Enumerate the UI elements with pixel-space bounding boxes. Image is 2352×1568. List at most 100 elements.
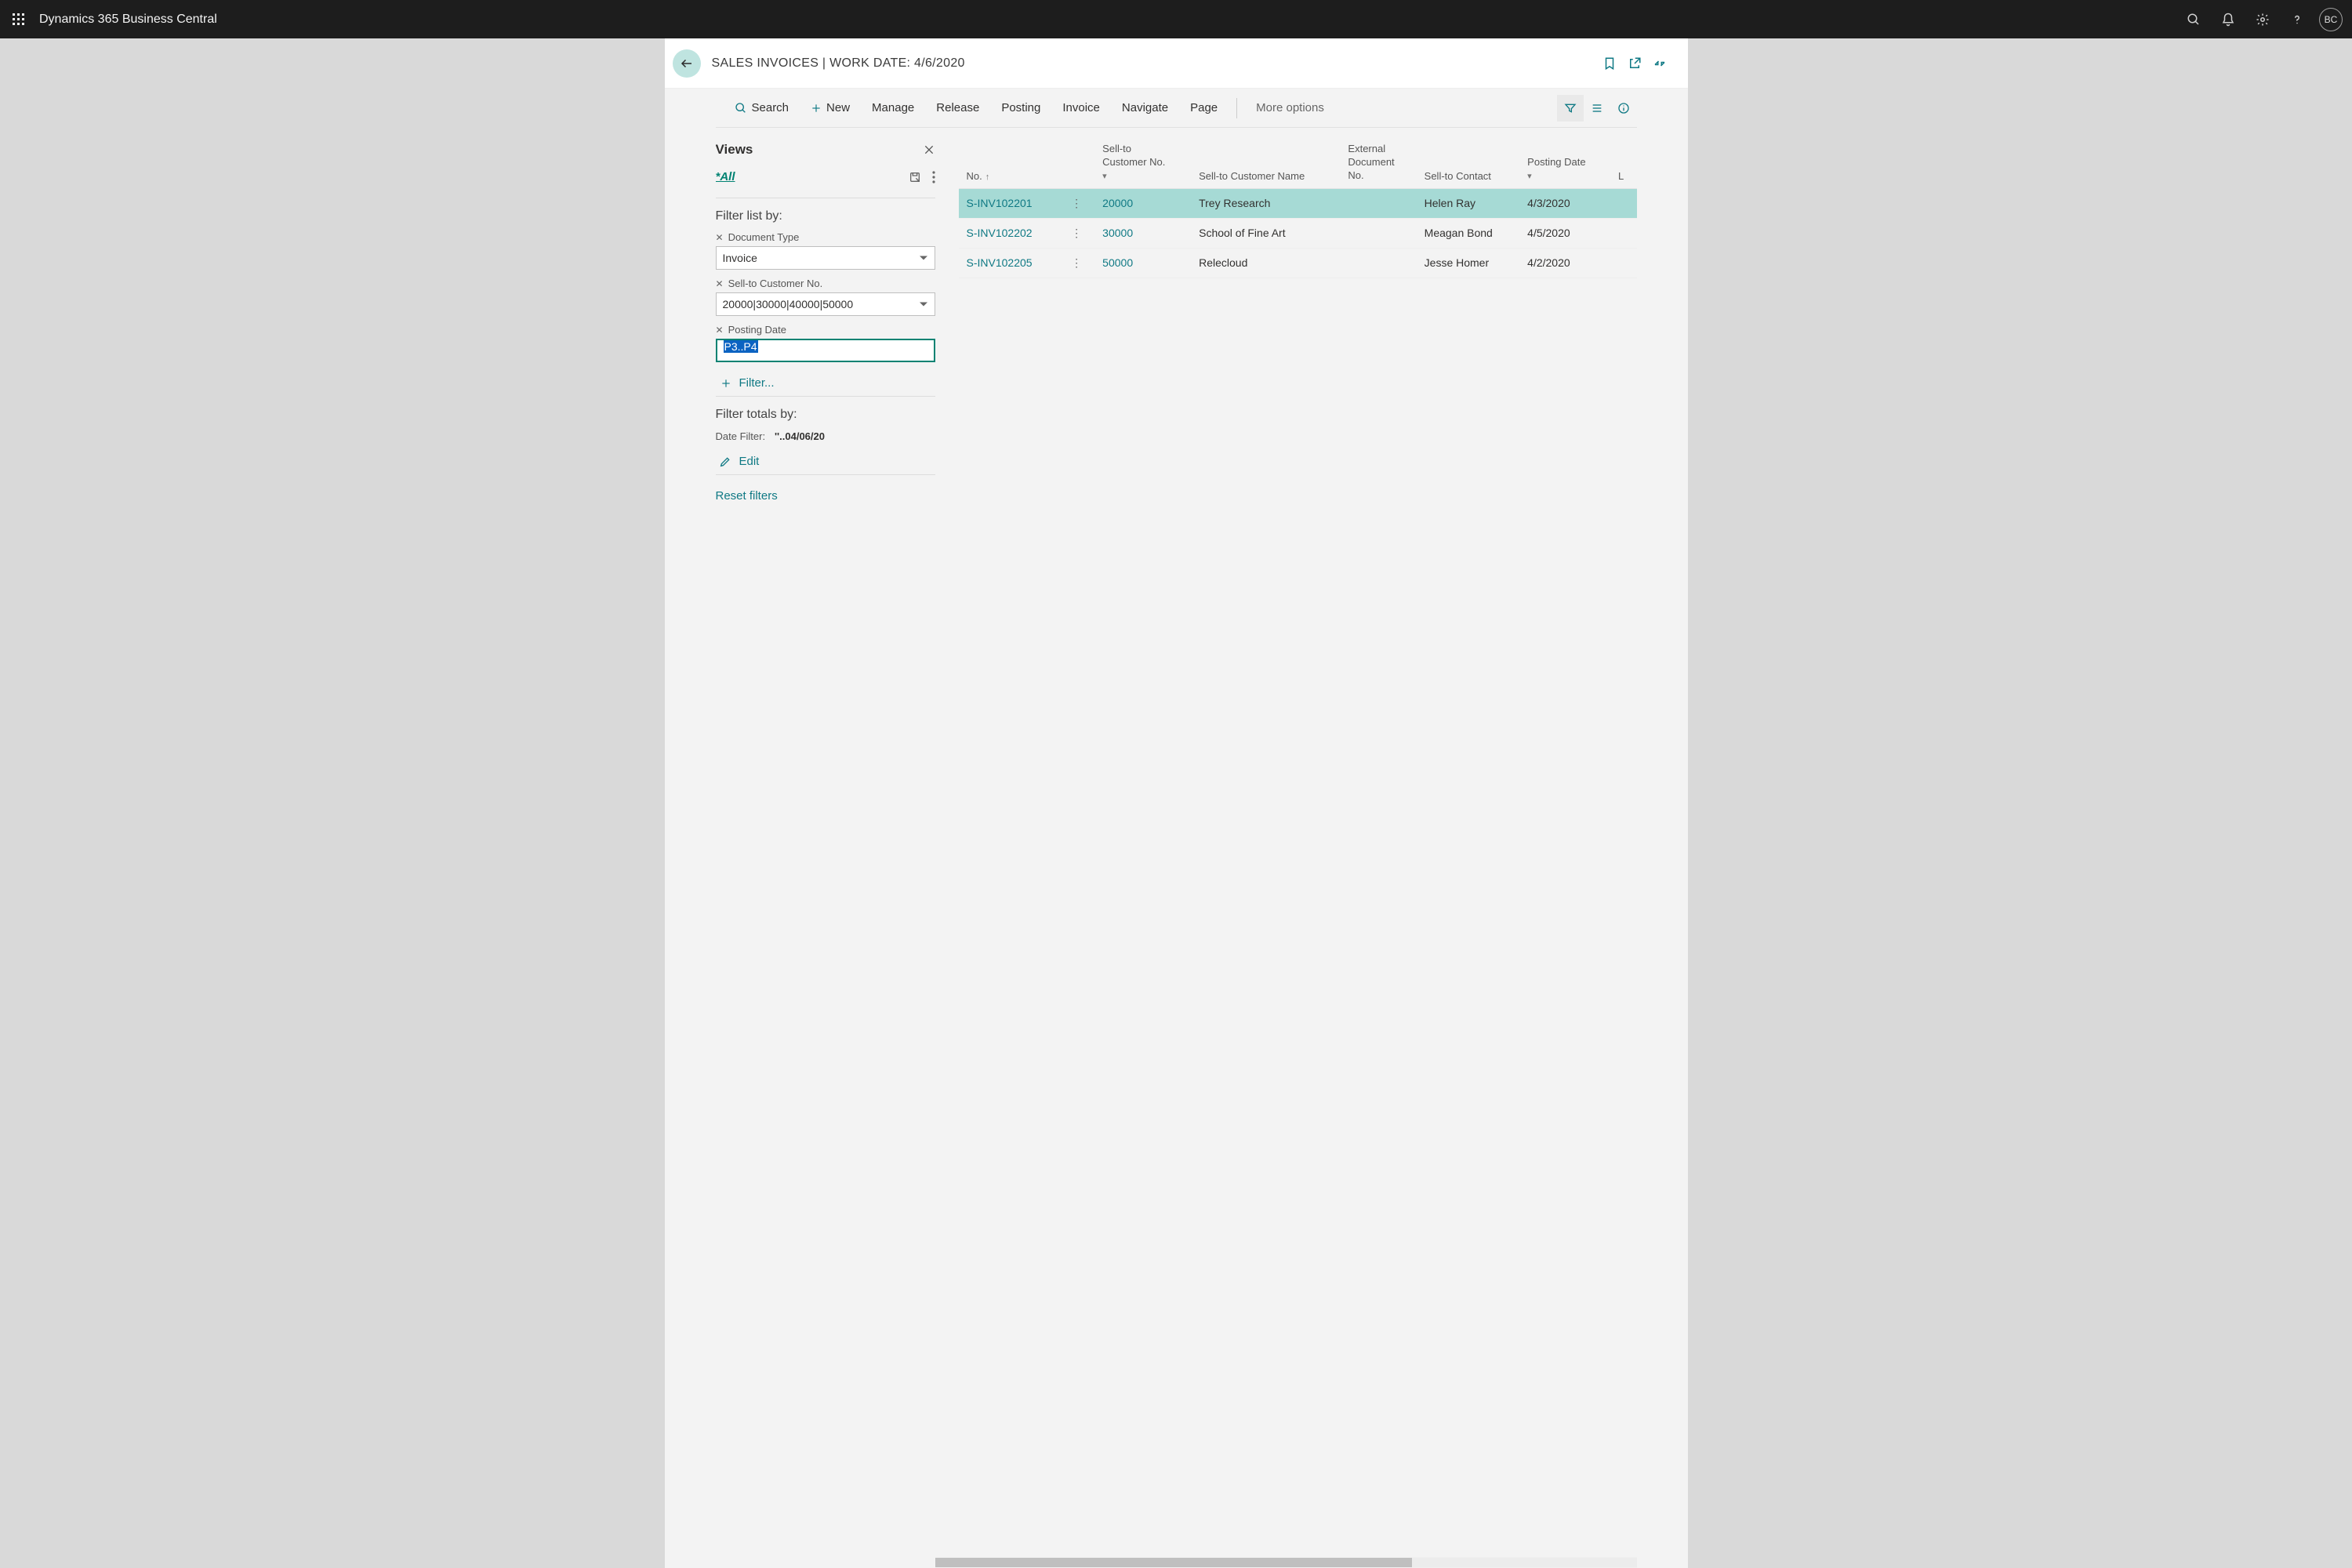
page-card: SALES INVOICES | WORK DATE: 4/6/2020 Sea…	[665, 38, 1688, 1568]
filter-doc-type-select[interactable]: Invoice	[716, 246, 935, 270]
horizontal-scrollbar[interactable]	[935, 1557, 1637, 1568]
action-label: Page	[1190, 101, 1218, 114]
filter-cust-no-label: Sell-to Customer No.	[728, 278, 823, 289]
cell-no[interactable]: S-INV102202	[959, 218, 1059, 248]
cell-ext-doc	[1340, 218, 1416, 248]
table-row[interactable]: S-INV102205⋮50000RelecloudJesse Homer4/2…	[959, 248, 1637, 278]
help-icon[interactable]	[2280, 2, 2314, 37]
reset-filters-button[interactable]: Reset filters	[716, 489, 935, 503]
remove-filter-cust-no[interactable]: ✕	[716, 279, 724, 289]
filter-totals-title: Filter totals by:	[716, 408, 935, 422]
popout-icon[interactable]	[1622, 51, 1647, 76]
filter-pane-toggle-icon[interactable]	[1557, 95, 1584, 122]
date-filter-value: ''..04/06/20	[775, 430, 825, 442]
row-menu[interactable]: ⋮	[1058, 218, 1094, 248]
info-pane-icon[interactable]	[1610, 95, 1637, 122]
workspace: SALES INVOICES | WORK DATE: 4/6/2020 Sea…	[0, 38, 2352, 1568]
action-new[interactable]: New	[800, 89, 861, 127]
bookmark-icon[interactable]	[1597, 51, 1622, 76]
col-no[interactable]: No.↑	[959, 139, 1059, 188]
action-label: More options	[1256, 101, 1324, 114]
col-cust-name[interactable]: Sell-to Customer Name	[1191, 139, 1340, 188]
cell-posting-date: 4/3/2020	[1519, 188, 1610, 218]
remove-filter-doc-type[interactable]: ✕	[716, 233, 724, 242]
more-icon: ⋮	[1066, 197, 1087, 209]
edit-label: Edit	[739, 455, 760, 468]
plus-icon	[811, 103, 822, 114]
edit-totals-button[interactable]: Edit	[719, 455, 935, 468]
pencil-icon	[719, 456, 731, 468]
close-filter-panel-icon[interactable]	[923, 143, 935, 156]
action-divider	[1236, 98, 1237, 118]
filter-list-title: Filter list by:	[716, 209, 935, 223]
view-all[interactable]: *All	[716, 170, 735, 183]
cell-posting-date: 4/2/2020	[1519, 248, 1610, 278]
col-cust-no[interactable]: Sell-toCustomer No. ▾	[1094, 139, 1191, 188]
table-row[interactable]: S-INV102202 ⋮ 30000School of Fine Art Meaga…	[959, 218, 1637, 248]
cell-cust-name: School of Fine Art	[1191, 218, 1340, 248]
row-menu[interactable]: ⋮	[1058, 188, 1094, 218]
main-row: Views *All	[716, 128, 1637, 1568]
cell-no[interactable]: S-INV102205	[959, 248, 1059, 278]
cell-cust-no[interactable]: 20000	[1094, 188, 1191, 218]
cell-cust-no[interactable]: 30000	[1094, 218, 1191, 248]
table-header-row: No.↑ Sell-toCustomer No. ▾ Sell-to Cus	[959, 139, 1637, 188]
action-posting[interactable]: Posting	[990, 89, 1051, 127]
action-label: Navigate	[1122, 101, 1168, 114]
action-manage[interactable]: Manage	[861, 89, 925, 127]
app-launcher-icon[interactable]	[5, 5, 33, 34]
views-title: Views	[716, 142, 753, 158]
add-filter-button[interactable]: Filter...	[720, 376, 935, 390]
action-bar: Search New Manage Release Posting Invoic…	[716, 89, 1637, 128]
col-contact[interactable]: Sell-to Contact	[1417, 139, 1520, 188]
action-page[interactable]: Page	[1179, 89, 1229, 127]
invoices-table: No.↑ Sell-toCustomer No. ▾ Sell-to Cus	[959, 139, 1637, 278]
action-label: Invoice	[1062, 101, 1100, 114]
cell-contact: Meagan Bond	[1417, 218, 1520, 248]
back-button[interactable]	[673, 49, 701, 78]
more-icon: ⋮	[1066, 256, 1087, 269]
app-title: Dynamics 365 Business Central	[39, 13, 217, 27]
list-view-icon[interactable]	[1584, 95, 1610, 122]
cell-contact: Jesse Homer	[1417, 248, 1520, 278]
add-filter-label: Filter...	[739, 376, 775, 390]
settings-icon[interactable]	[2245, 2, 2280, 37]
reset-filters-label: Reset filters	[716, 489, 778, 503]
cell-trailing	[1610, 218, 1636, 248]
row-menu[interactable]: ⋮	[1058, 248, 1094, 278]
filter-cust-no-value: 20000|30000|40000|50000	[723, 298, 854, 310]
cell-contact: Helen Ray	[1417, 188, 1520, 218]
notifications-icon[interactable]	[2211, 2, 2245, 37]
col-ext-doc[interactable]: ExternalDocumentNo.	[1340, 139, 1416, 188]
col-trailing[interactable]: L	[1610, 139, 1636, 188]
cell-no[interactable]: S-INV102201	[959, 188, 1059, 218]
user-avatar[interactable]: BC	[2319, 8, 2343, 31]
search-icon[interactable]	[2176, 2, 2211, 37]
cell-ext-doc	[1340, 188, 1416, 218]
collapse-icon[interactable]	[1647, 51, 1672, 76]
sort-asc-icon: ↑	[985, 172, 990, 182]
action-release[interactable]: Release	[925, 89, 990, 127]
table-row[interactable]: S-INV102201⋮20000Trey ResearchHelen Ray4…	[959, 188, 1637, 218]
filter-panel: Views *All	[716, 128, 935, 1568]
col-row-menu	[1058, 139, 1094, 188]
col-posting-date[interactable]: Posting Date ▾	[1519, 139, 1610, 188]
page-content: Search New Manage Release Posting Invoic…	[665, 89, 1688, 1568]
filter-cust-no-select[interactable]: 20000|30000|40000|50000	[716, 292, 935, 316]
date-filter-label: Date Filter:	[716, 430, 766, 442]
action-more-options[interactable]: More options	[1245, 89, 1335, 127]
global-header: Dynamics 365 Business Central BC	[0, 0, 2352, 38]
action-invoice[interactable]: Invoice	[1051, 89, 1111, 127]
action-label: Search	[752, 101, 789, 114]
remove-filter-posting-date[interactable]: ✕	[716, 325, 724, 335]
filter-icon: ▾	[1527, 172, 1602, 182]
cell-trailing	[1610, 248, 1636, 278]
cell-trailing	[1610, 188, 1636, 218]
filter-posting-date-input[interactable]: P3..P4	[716, 339, 935, 362]
action-navigate[interactable]: Navigate	[1111, 89, 1179, 127]
save-view-icon[interactable]	[909, 171, 921, 183]
cell-ext-doc	[1340, 248, 1416, 278]
action-search[interactable]: Search	[724, 89, 800, 127]
cell-cust-no[interactable]: 50000	[1094, 248, 1191, 278]
more-icon: ⋮	[1066, 227, 1087, 239]
